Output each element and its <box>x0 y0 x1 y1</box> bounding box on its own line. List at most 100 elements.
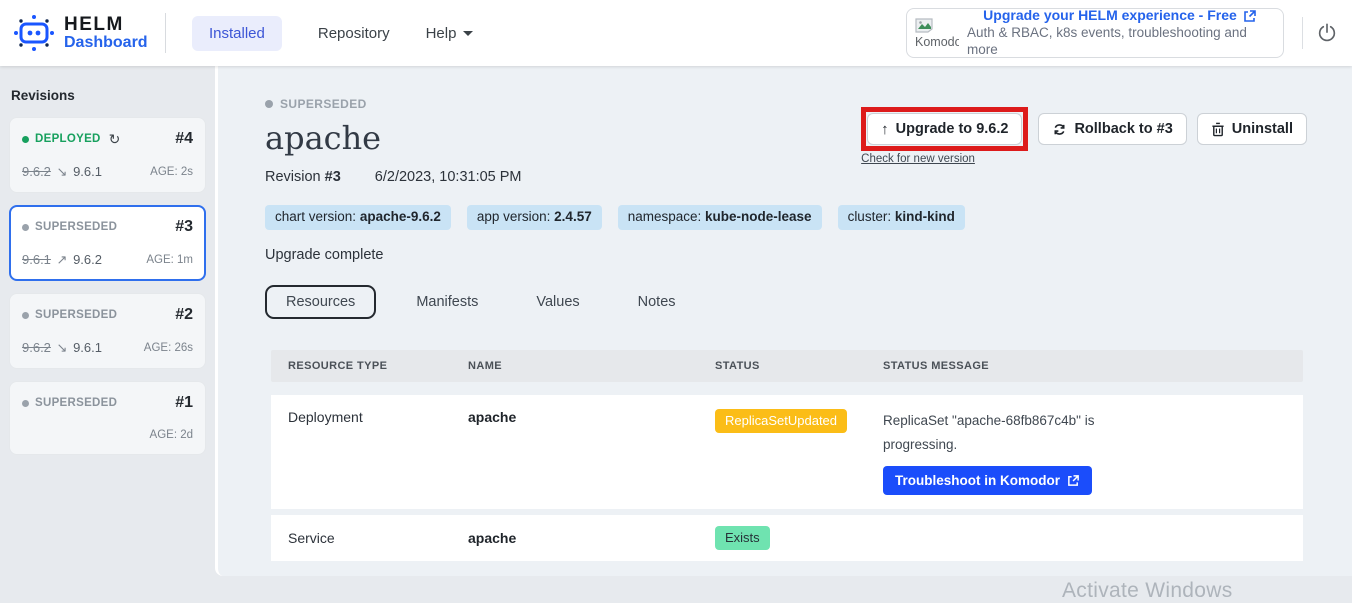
help-label: Help <box>426 25 457 42</box>
broken-image-placeholder: Komodor <box>915 18 959 49</box>
table-row-deployment: Deployment apache ReplicaSetUpdated Repl… <box>271 395 1303 509</box>
version-arrow-icon: ↘ <box>55 340 70 355</box>
tab-resources[interactable]: Resources <box>265 285 376 319</box>
promo-link-label: Upgrade your HELM experience - Free <box>983 7 1237 25</box>
revision-age: AGE: 2d <box>150 429 193 441</box>
version-change: 9.6.1 ↗ 9.6.2 <box>22 252 102 268</box>
revision-word: Revision <box>265 169 321 185</box>
version-change: 9.6.2 ↘ 9.6.1 <box>22 164 102 180</box>
resource-name-cell: apache <box>468 409 715 425</box>
rollback-button[interactable]: Rollback to #3 <box>1038 113 1186 145</box>
revision-card-3[interactable]: SUPERSEDED #3 9.6.1 ↗ 9.6.2 AGE: 1m <box>9 205 206 281</box>
table-header-row: RESOURCE TYPE NAME STATUS STATUS MESSAGE <box>271 350 1303 382</box>
table-row-service: Service apache Exists <box>271 515 1303 561</box>
tab-manifests[interactable]: Manifests <box>398 286 496 318</box>
version-from: 9.6.1 <box>22 252 51 267</box>
komodor-image-alt: Komodor <box>915 35 959 49</box>
version-arrow-icon: ↘ <box>55 164 70 179</box>
col-header-resource-type: RESOURCE TYPE <box>288 360 468 372</box>
chip-value: apache-9.6.2 <box>360 209 441 224</box>
revision-number: #4 <box>175 130 193 148</box>
promo-link[interactable]: Upgrade your HELM experience - Free <box>983 7 1257 25</box>
troubleshoot-label: Troubleshoot in Komodor <box>895 473 1060 488</box>
version-from: 9.6.2 <box>22 340 51 355</box>
status-dot <box>22 400 29 407</box>
chip-value: kind-kind <box>895 209 955 224</box>
power-divider <box>1302 17 1303 49</box>
version-from: 9.6.2 <box>22 164 51 179</box>
power-icon <box>1316 22 1338 44</box>
revision-label: Revision #3 <box>265 169 341 185</box>
nav-tab-installed[interactable]: Installed <box>192 16 282 51</box>
revision-card-4[interactable]: DEPLOYED ↻ #4 9.6.2 ↘ 9.6.1 AGE: 2s <box>9 117 206 193</box>
col-header-status: STATUS <box>715 360 883 372</box>
revision-age: AGE: 2s <box>150 166 193 178</box>
activate-windows-watermark: Activate Windows <box>1062 579 1233 603</box>
helm-logo[interactable]: HELM Dashboard <box>0 12 165 54</box>
broken-image-icon <box>915 18 933 34</box>
status-badge: ReplicaSetUpdated <box>715 409 847 433</box>
chip-namespace: namespace: kube-node-lease <box>618 205 822 230</box>
resource-type-cell: Service <box>288 530 468 546</box>
release-actions: ↑ Upgrade to 9.6.2 Check for new version… <box>861 107 1307 165</box>
release-date: 6/2/2023, 10:31:05 PM <box>375 169 522 185</box>
version-change: 9.6.2 ↘ 9.6.1 <box>22 340 102 356</box>
red-highlight-annotation: ↑ Upgrade to 9.6.2 <box>861 107 1028 151</box>
trash-icon <box>1211 122 1225 137</box>
uninstall-button[interactable]: Uninstall <box>1197 113 1307 145</box>
resource-type-cell: Deployment <box>288 409 468 425</box>
status-dot <box>22 312 29 319</box>
revisions-sidebar: Revisions DEPLOYED ↻ #4 9.6.2 ↘ 9.6.1 AG… <box>0 66 215 601</box>
chip-value: kube-node-lease <box>705 209 812 224</box>
check-new-version-link[interactable]: Check for new version <box>861 153 975 165</box>
status-message-line1: ReplicaSet "apache-68fb867c4b" is <box>883 409 1286 433</box>
tab-notes[interactable]: Notes <box>620 286 694 318</box>
metadata-chips: chart version: apache-9.6.2 app version:… <box>265 205 1307 230</box>
revision-status: DEPLOYED <box>35 133 101 145</box>
tab-values[interactable]: Values <box>518 286 597 318</box>
version-arrow-icon: ↗ <box>55 252 70 267</box>
promo-subtitle: Auth & RBAC, k8s events, troubleshooting… <box>967 25 1273 59</box>
helm-logo-icon <box>12 12 56 54</box>
status-dot <box>22 224 29 231</box>
chip-value: 2.4.57 <box>554 209 592 224</box>
revision-card-1[interactable]: SUPERSEDED #1 AGE: 2d <box>9 381 206 455</box>
topbar-divider <box>165 13 166 53</box>
release-detail-panel: SUPERSEDED apache Revision #3 6/2/2023, … <box>215 66 1352 576</box>
revision-age: AGE: 1m <box>146 254 193 266</box>
komodor-promo-card[interactable]: Komodor Upgrade your HELM experience - F… <box>906 8 1284 58</box>
version-to: 9.6.2 <box>73 252 102 267</box>
logo-subtitle: Dashboard <box>64 35 148 52</box>
col-header-name: NAME <box>468 360 715 372</box>
reload-icon: ↻ <box>109 131 121 148</box>
version-to: 9.6.1 <box>73 164 102 179</box>
rollback-label: Rollback to #3 <box>1074 121 1172 137</box>
revisions-title: Revisions <box>9 88 206 103</box>
upgrade-button[interactable]: ↑ Upgrade to 9.6.2 <box>867 113 1022 145</box>
power-button[interactable] <box>1316 22 1338 44</box>
revision-age: AGE: 26s <box>144 342 193 354</box>
uninstall-label: Uninstall <box>1232 121 1293 137</box>
troubleshoot-button[interactable]: Troubleshoot in Komodor <box>883 466 1092 495</box>
revision-status: SUPERSEDED <box>35 397 117 409</box>
status-dot <box>265 100 273 108</box>
revision-number: #1 <box>175 394 193 412</box>
chip-label: cluster: <box>848 209 892 224</box>
status-dot <box>22 136 29 143</box>
rollback-icon <box>1052 122 1067 137</box>
status-message-line2: progressing. <box>883 433 1286 457</box>
chip-label: namespace: <box>628 209 702 224</box>
external-link-icon <box>1243 9 1257 23</box>
chip-chart-version: chart version: apache-9.6.2 <box>265 205 451 230</box>
nav-tab-repository[interactable]: Repository <box>318 25 390 42</box>
status-badge: Exists <box>715 526 770 550</box>
chip-label: chart version: <box>275 209 356 224</box>
revision-number: #2 <box>175 306 193 324</box>
revision-card-2[interactable]: SUPERSEDED #2 9.6.2 ↘ 9.6.1 AGE: 26s <box>9 293 206 369</box>
version-to: 9.6.1 <box>73 340 102 355</box>
nav-menu-help[interactable]: Help <box>426 25 474 42</box>
caret-down-icon <box>463 31 473 36</box>
upgrade-label: Upgrade to 9.6.2 <box>896 121 1009 137</box>
chip-label: app version: <box>477 209 551 224</box>
arrow-up-icon: ↑ <box>881 121 889 138</box>
